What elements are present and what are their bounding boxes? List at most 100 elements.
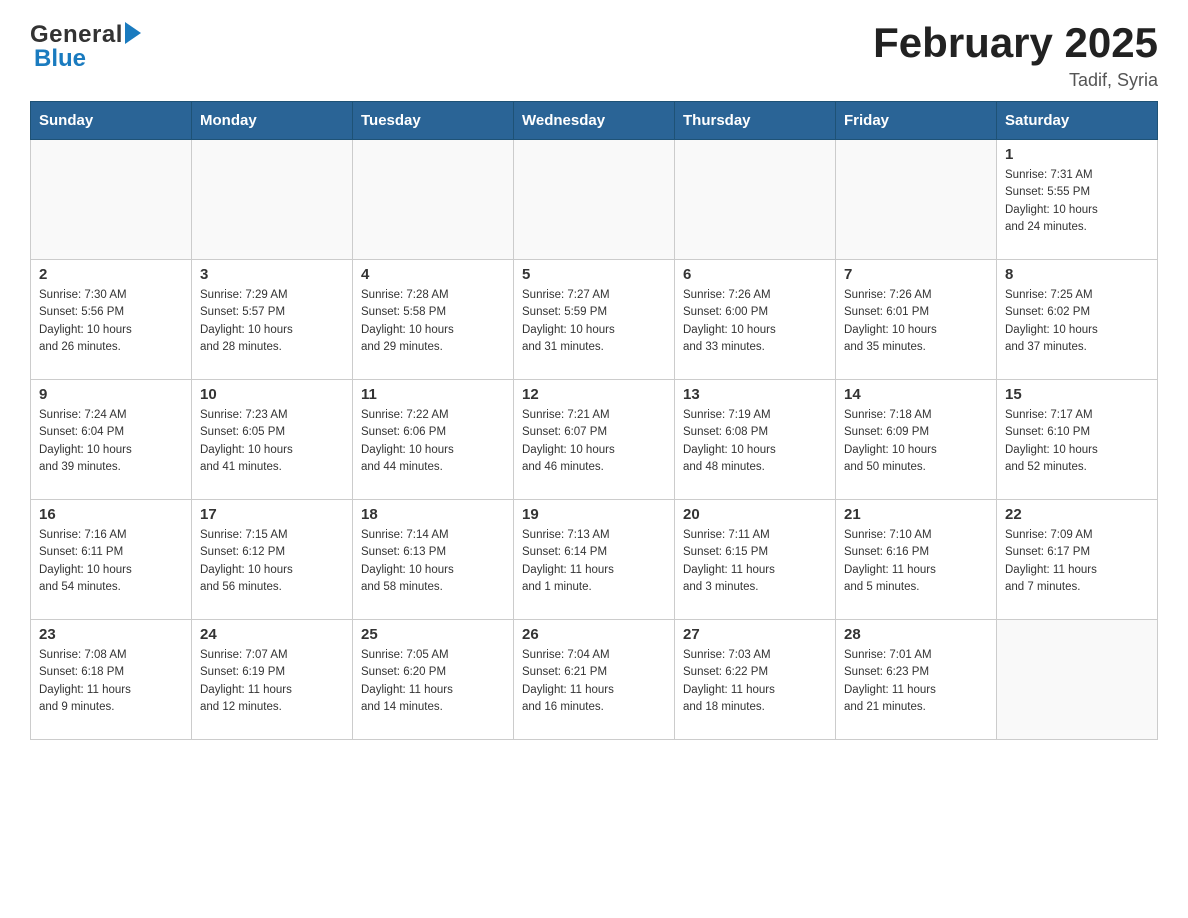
month-title: February 2025 [873,20,1158,66]
calendar-cell: 22Sunrise: 7:09 AMSunset: 6:17 PMDayligh… [997,500,1158,620]
day-number: 4 [361,266,505,283]
calendar-cell: 21 Sunrise: 7:10 AMSunset: 6:16 PMDayligh… [836,500,997,620]
day-info: Sunrise: 7:29 AMSunset: 5:57 PMDaylight:… [200,287,344,356]
day-info: Sunrise: 7:11 AMSunset: 6:15 PMDaylight:… [683,527,827,596]
day-number: 27 [683,626,827,643]
weekday-header-row: SundayMondayTuesdayWednesdayThursdayFrid… [31,102,1158,140]
location-title: Tadif, Syria [873,70,1158,91]
week-row-4: 16 Sunrise: 7:16 AMSunset: 6:11 PMDayligh… [31,500,1158,620]
day-number: 2 [39,266,183,283]
calendar-cell: 16 Sunrise: 7:16 AMSunset: 6:11 PMDayligh… [31,500,192,620]
calendar-cell: 19 Sunrise: 7:13 AMSunset: 6:14 PMDayligh… [514,500,675,620]
calendar-cell: 11 Sunrise: 7:22 AMSunset: 6:06 PMDayligh… [353,380,514,500]
day-number: 3 [200,266,344,283]
day-info: Sunrise: 7:30 AMSunset: 5:56 PMDaylight:… [39,287,183,356]
day-info: Sunrise: 7:28 AMSunset: 5:58 PMDaylight:… [361,287,505,356]
day-number: 17 [200,506,344,523]
day-info: Sunrise: 7:21 AMSunset: 6:07 PMDaylight:… [522,407,666,476]
calendar-cell: 17 Sunrise: 7:15 AMSunset: 6:12 PMDayligh… [192,500,353,620]
day-info: Sunrise: 7:23 AMSunset: 6:05 PMDaylight:… [200,407,344,476]
calendar-cell: 1 Sunrise: 7:31 AMSunset: 5:55 PMDaylight… [997,140,1158,260]
day-info: Sunrise: 7:15 AMSunset: 6:12 PMDaylight:… [200,527,344,596]
calendar-cell: 27 Sunrise: 7:03 AMSunset: 6:22 PMDayligh… [675,620,836,740]
week-row-5: 23 Sunrise: 7:08 AMSunset: 6:18 PMDayligh… [31,620,1158,740]
day-info: Sunrise: 7:01 AMSunset: 6:23 PMDaylight:… [844,647,988,716]
day-number: 26 [522,626,666,643]
day-number: 28 [844,626,988,643]
day-info: Sunrise: 7:26 AMSunset: 6:00 PMDaylight:… [683,287,827,356]
weekday-header-friday: Friday [836,102,997,140]
weekday-header-sunday: Sunday [31,102,192,140]
calendar-cell [675,140,836,260]
page-header: General Blue February 2025 Tadif, Syria [30,20,1158,91]
calendar-cell: 24 Sunrise: 7:07 AMSunset: 6:19 PMDayligh… [192,620,353,740]
day-number: 19 [522,506,666,523]
day-number: 5 [522,266,666,283]
calendar-cell [192,140,353,260]
day-number: 8 [1005,266,1149,283]
calendar-cell: 20 Sunrise: 7:11 AMSunset: 6:15 PMDayligh… [675,500,836,620]
day-number: 18 [361,506,505,523]
week-row-1: 1 Sunrise: 7:31 AMSunset: 5:55 PMDaylight… [31,140,1158,260]
day-number: 6 [683,266,827,283]
day-info: Sunrise: 7:14 AMSunset: 6:13 PMDaylight:… [361,527,505,596]
day-info: Sunrise: 7:27 AMSunset: 5:59 PMDaylight:… [522,287,666,356]
calendar-cell [353,140,514,260]
logo-arrow-icon [125,22,141,49]
day-info: Sunrise: 7:09 AMSunset: 6:17 PMDaylight:… [1005,527,1149,596]
calendar-cell [31,140,192,260]
day-number: 11 [361,386,505,403]
day-info: Sunrise: 7:18 AMSunset: 6:09 PMDaylight:… [844,407,988,476]
day-number: 10 [200,386,344,403]
day-number: 9 [39,386,183,403]
day-number: 23 [39,626,183,643]
day-info: Sunrise: 7:16 AMSunset: 6:11 PMDaylight:… [39,527,183,596]
day-info: Sunrise: 7:07 AMSunset: 6:19 PMDaylight:… [200,647,344,716]
calendar-cell: 3 Sunrise: 7:29 AMSunset: 5:57 PMDaylight… [192,260,353,380]
day-number: 24 [200,626,344,643]
day-info: Sunrise: 7:05 AMSunset: 6:20 PMDaylight:… [361,647,505,716]
weekday-header-tuesday: Tuesday [353,102,514,140]
day-number: 21 [844,506,988,523]
calendar-cell: 28 Sunrise: 7:01 AMSunset: 6:23 PMDayligh… [836,620,997,740]
day-info: Sunrise: 7:17 AMSunset: 6:10 PMDaylight:… [1005,407,1149,476]
day-number: 25 [361,626,505,643]
day-info: Sunrise: 7:25 AMSunset: 6:02 PMDaylight:… [1005,287,1149,356]
calendar-cell: 25 Sunrise: 7:05 AMSunset: 6:20 PMDayligh… [353,620,514,740]
day-info: Sunrise: 7:03 AMSunset: 6:22 PMDaylight:… [683,647,827,716]
calendar-cell: 6 Sunrise: 7:26 AMSunset: 6:00 PMDaylight… [675,260,836,380]
day-number: 20 [683,506,827,523]
calendar-cell: 5 Sunrise: 7:27 AMSunset: 5:59 PMDaylight… [514,260,675,380]
calendar-cell: 2 Sunrise: 7:30 AMSunset: 5:56 PMDaylight… [31,260,192,380]
day-number: 1 [1005,146,1149,163]
day-number: 12 [522,386,666,403]
title-block: February 2025 Tadif, Syria [873,20,1158,91]
day-number: 14 [844,386,988,403]
week-row-3: 9 Sunrise: 7:24 AMSunset: 6:04 PMDaylight… [31,380,1158,500]
calendar-cell: 4 Sunrise: 7:28 AMSunset: 5:58 PMDaylight… [353,260,514,380]
day-number: 16 [39,506,183,523]
calendar-cell: 7 Sunrise: 7:26 AMSunset: 6:01 PMDaylight… [836,260,997,380]
day-info: Sunrise: 7:24 AMSunset: 6:04 PMDaylight:… [39,407,183,476]
calendar-cell: 14 Sunrise: 7:18 AMSunset: 6:09 PMDayligh… [836,380,997,500]
day-number: 15 [1005,386,1149,403]
week-row-2: 2 Sunrise: 7:30 AMSunset: 5:56 PMDaylight… [31,260,1158,380]
day-info: Sunrise: 7:19 AMSunset: 6:08 PMDaylight:… [683,407,827,476]
day-info: Sunrise: 7:26 AMSunset: 6:01 PMDaylight:… [844,287,988,356]
day-info: Sunrise: 7:22 AMSunset: 6:06 PMDaylight:… [361,407,505,476]
day-info: Sunrise: 7:08 AMSunset: 6:18 PMDaylight:… [39,647,183,716]
day-number: 13 [683,386,827,403]
calendar-cell: 12 Sunrise: 7:21 AMSunset: 6:07 PMDayligh… [514,380,675,500]
logo: General Blue [30,20,141,73]
calendar-cell: 26 Sunrise: 7:04 AMSunset: 6:21 PMDayligh… [514,620,675,740]
day-info: Sunrise: 7:04 AMSunset: 6:21 PMDaylight:… [522,647,666,716]
day-info: Sunrise: 7:10 AMSunset: 6:16 PMDaylight:… [844,527,988,596]
day-number: 7 [844,266,988,283]
day-info: Sunrise: 7:31 AMSunset: 5:55 PMDaylight:… [1005,167,1149,236]
calendar-cell: 10 Sunrise: 7:23 AMSunset: 6:05 PMDayligh… [192,380,353,500]
calendar-cell: 9 Sunrise: 7:24 AMSunset: 6:04 PMDaylight… [31,380,192,500]
calendar-cell: 15 Sunrise: 7:17 AMSunset: 6:10 PMDayligh… [997,380,1158,500]
logo-blue-text: Blue [34,45,86,73]
day-info: Sunrise: 7:13 AMSunset: 6:14 PMDaylight:… [522,527,666,596]
calendar-cell: 8 Sunrise: 7:25 AMSunset: 6:02 PMDaylight… [997,260,1158,380]
